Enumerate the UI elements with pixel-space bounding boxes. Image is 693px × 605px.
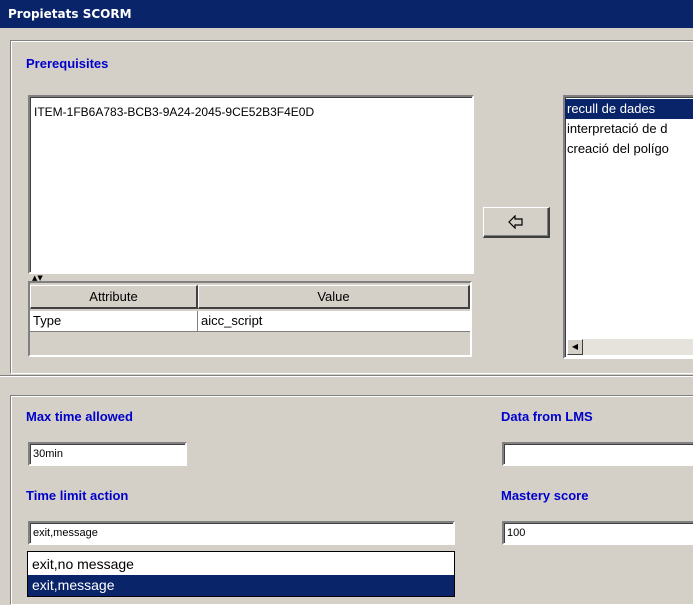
table-cell-value: aicc_script xyxy=(201,313,263,328)
arrow-left-icon xyxy=(508,214,523,230)
title-bar: Propietats SCORM xyxy=(0,0,693,28)
table-row[interactable]: Type aicc_script xyxy=(30,311,470,332)
list-item-creacio-poligon[interactable]: creació del polígo xyxy=(565,139,693,159)
mastery-score-label: Mastery score xyxy=(501,488,589,503)
table-cell-attribute: Type xyxy=(33,313,62,328)
column-header-attribute[interactable]: Attribute xyxy=(30,285,198,309)
max-time-label: Max time allowed xyxy=(26,409,133,424)
max-time-input[interactable]: 30min xyxy=(28,442,187,466)
list-item-recull-de-dades[interactable]: recull de dades xyxy=(565,99,693,119)
window-title: Propietats SCORM xyxy=(8,7,132,21)
column-header-value[interactable]: Value xyxy=(198,285,470,309)
mastery-score-input[interactable]: 100 xyxy=(502,521,693,545)
dropdown-option-exit-message[interactable]: exit,message xyxy=(28,575,454,596)
data-from-lms-input[interactable] xyxy=(502,442,693,466)
time-limit-action-select[interactable]: exit,message xyxy=(28,521,455,545)
prerequisites-textarea[interactable]: ITEM-1FB6A783-BCB3-9A24-2045-9CE52B3F4E0… xyxy=(28,95,474,274)
prerequisites-heading: Prerequisites xyxy=(26,56,109,71)
attribute-table: Attribute Value Type aicc_script xyxy=(28,281,472,357)
dropdown-option-exit-no-message[interactable]: exit,no message xyxy=(28,554,454,575)
time-limit-action-dropdown[interactable]: exit,no message exit,message xyxy=(27,551,455,597)
add-prerequisite-button[interactable] xyxy=(483,207,550,238)
list-item-interpretacio[interactable]: interpretació de d xyxy=(565,119,693,139)
section-divider xyxy=(0,375,693,377)
items-list[interactable]: recull de dades interpretació de d creac… xyxy=(563,95,693,359)
prerequisites-text: ITEM-1FB6A783-BCB3-9A24-2045-9CE52B3F4E0… xyxy=(34,105,315,119)
scroll-left-button[interactable]: ◀ xyxy=(567,339,583,355)
horizontal-scrollbar[interactable]: ◀ xyxy=(567,339,693,355)
time-limit-action-label: Time limit action xyxy=(26,488,129,503)
data-from-lms-label: Data from LMS xyxy=(501,409,593,424)
